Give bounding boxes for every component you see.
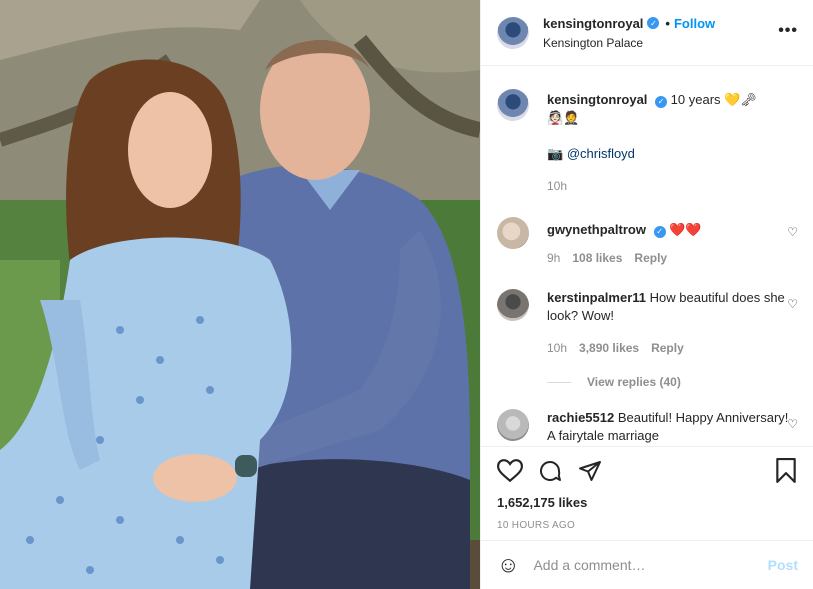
post-location[interactable]: Kensington Palace — [543, 36, 715, 50]
post-side-panel: kensingtonroyal ✓ • Follow Kensington Pa… — [480, 0, 813, 589]
comment-likes[interactable]: 3,890 likes — [579, 339, 639, 357]
author-avatar[interactable] — [497, 16, 529, 49]
verified-badge-icon: ✓ — [653, 226, 666, 238]
follow-button[interactable]: Follow — [674, 16, 715, 31]
caption-emojis: 💛🗝 — [724, 92, 757, 107]
like-heart-icon[interactable] — [497, 459, 523, 483]
post-actions: 1,652,175 likes 10 HOURS AGO — [481, 446, 813, 540]
caption-emojis-line2: 👰🏻🤵 — [547, 110, 580, 125]
comment-time[interactable]: 10h — [547, 339, 567, 357]
add-comment-bar: ☺ Post — [481, 540, 813, 589]
reply-button[interactable]: Reply — [634, 249, 667, 267]
caption: kensingtonroyal ✓ 10 years 💛🗝 👰🏻🤵 📷 @chr… — [497, 89, 798, 195]
post-timestamp[interactable]: 10 HOURS AGO — [497, 520, 798, 531]
comment-username[interactable]: kerstinpalmer11 — [547, 290, 646, 305]
save-bookmark-icon[interactable] — [774, 458, 798, 484]
post-header: kensingtonroyal ✓ • Follow Kensington Pa… — [481, 0, 813, 66]
like-comment-heart-icon[interactable]: ♡ — [787, 297, 798, 311]
share-direct-icon[interactable] — [577, 459, 603, 483]
likes-count[interactable]: 1,652,175 likes — [497, 495, 798, 510]
caption-text: 10 years — [670, 92, 721, 107]
comment-time[interactable]: 9h — [547, 249, 560, 267]
comment-likes[interactable]: 108 likes — [572, 249, 622, 267]
comment-username[interactable]: rachie5512 — [547, 410, 614, 425]
comment-avatar[interactable] — [497, 217, 529, 249]
more-options-icon[interactable]: ••• — [778, 22, 798, 40]
post-comment-button[interactable]: Post — [768, 557, 798, 573]
caption-avatar[interactable] — [497, 89, 529, 121]
post-photo[interactable] — [0, 0, 480, 589]
view-replies-button[interactable]: View replies (40) — [547, 375, 798, 389]
comment-avatar[interactable] — [497, 289, 529, 321]
replies-divider — [547, 381, 571, 383]
verified-badge-icon: ✓ — [655, 96, 668, 108]
photographer-credit-link[interactable]: @chrisfloyd — [567, 146, 635, 161]
like-comment-heart-icon[interactable]: ♡ — [787, 417, 798, 431]
comments-list[interactable]: kensingtonroyal ✓ 10 years 💛🗝 👰🏻🤵 📷 @chr… — [481, 67, 813, 445]
comment-input[interactable] — [533, 557, 768, 573]
like-comment-heart-icon[interactable]: ♡ — [787, 225, 798, 239]
view-replies-label: View replies (40) — [587, 375, 681, 389]
caption-time[interactable]: 10h — [547, 177, 567, 195]
comment: gwynethpaltrow ✓ ❤️❤️ 9h 108 likes Reply… — [497, 217, 798, 267]
comment: rachie5512 Beautiful! Happy Anniversary!… — [497, 409, 798, 445]
comment-text: ❤️❤️ — [669, 222, 702, 237]
comment-avatar[interactable] — [497, 409, 529, 441]
author-username[interactable]: kensingtonroyal — [543, 16, 643, 31]
separator-dot: • — [665, 15, 670, 31]
comment-username[interactable]: gwynethpaltrow — [547, 222, 646, 237]
comment: kerstinpalmer11 How beautiful does she l… — [497, 289, 798, 357]
reply-button[interactable]: Reply — [651, 339, 684, 357]
emoji-picker-icon[interactable]: ☺ — [497, 552, 519, 578]
comment-bubble-icon[interactable] — [537, 459, 563, 483]
camera-emoji-icon: 📷 — [547, 146, 564, 161]
verified-badge-icon: ✓ — [647, 17, 660, 29]
caption-username[interactable]: kensingtonroyal — [547, 92, 647, 107]
couple-photo-illustration — [0, 0, 480, 589]
